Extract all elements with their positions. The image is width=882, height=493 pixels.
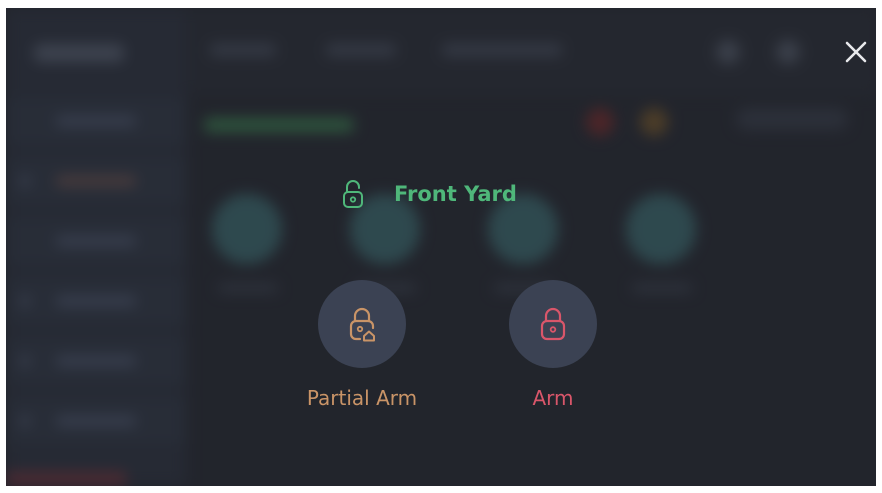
close-icon <box>845 41 867 63</box>
zone-title: Front Yard <box>394 182 517 206</box>
close-button[interactable] <box>842 38 870 66</box>
partial-arm-label: Partial Arm <box>306 386 418 410</box>
arm-label: Arm <box>532 386 574 410</box>
unlocked-padlock-icon <box>342 179 364 209</box>
zone-header: Front Yard <box>342 174 517 214</box>
padlock-home-icon <box>349 307 375 342</box>
partial-arm-circle[interactable] <box>318 280 406 368</box>
arm-circle[interactable] <box>509 280 597 368</box>
screen: Front Yard Partial Arm Arm <box>6 8 876 486</box>
modal-overlay <box>6 8 876 486</box>
arm-button[interactable]: Arm <box>488 280 618 410</box>
partial-arm-button[interactable]: Partial Arm <box>286 280 438 410</box>
padlock-icon <box>540 307 566 341</box>
